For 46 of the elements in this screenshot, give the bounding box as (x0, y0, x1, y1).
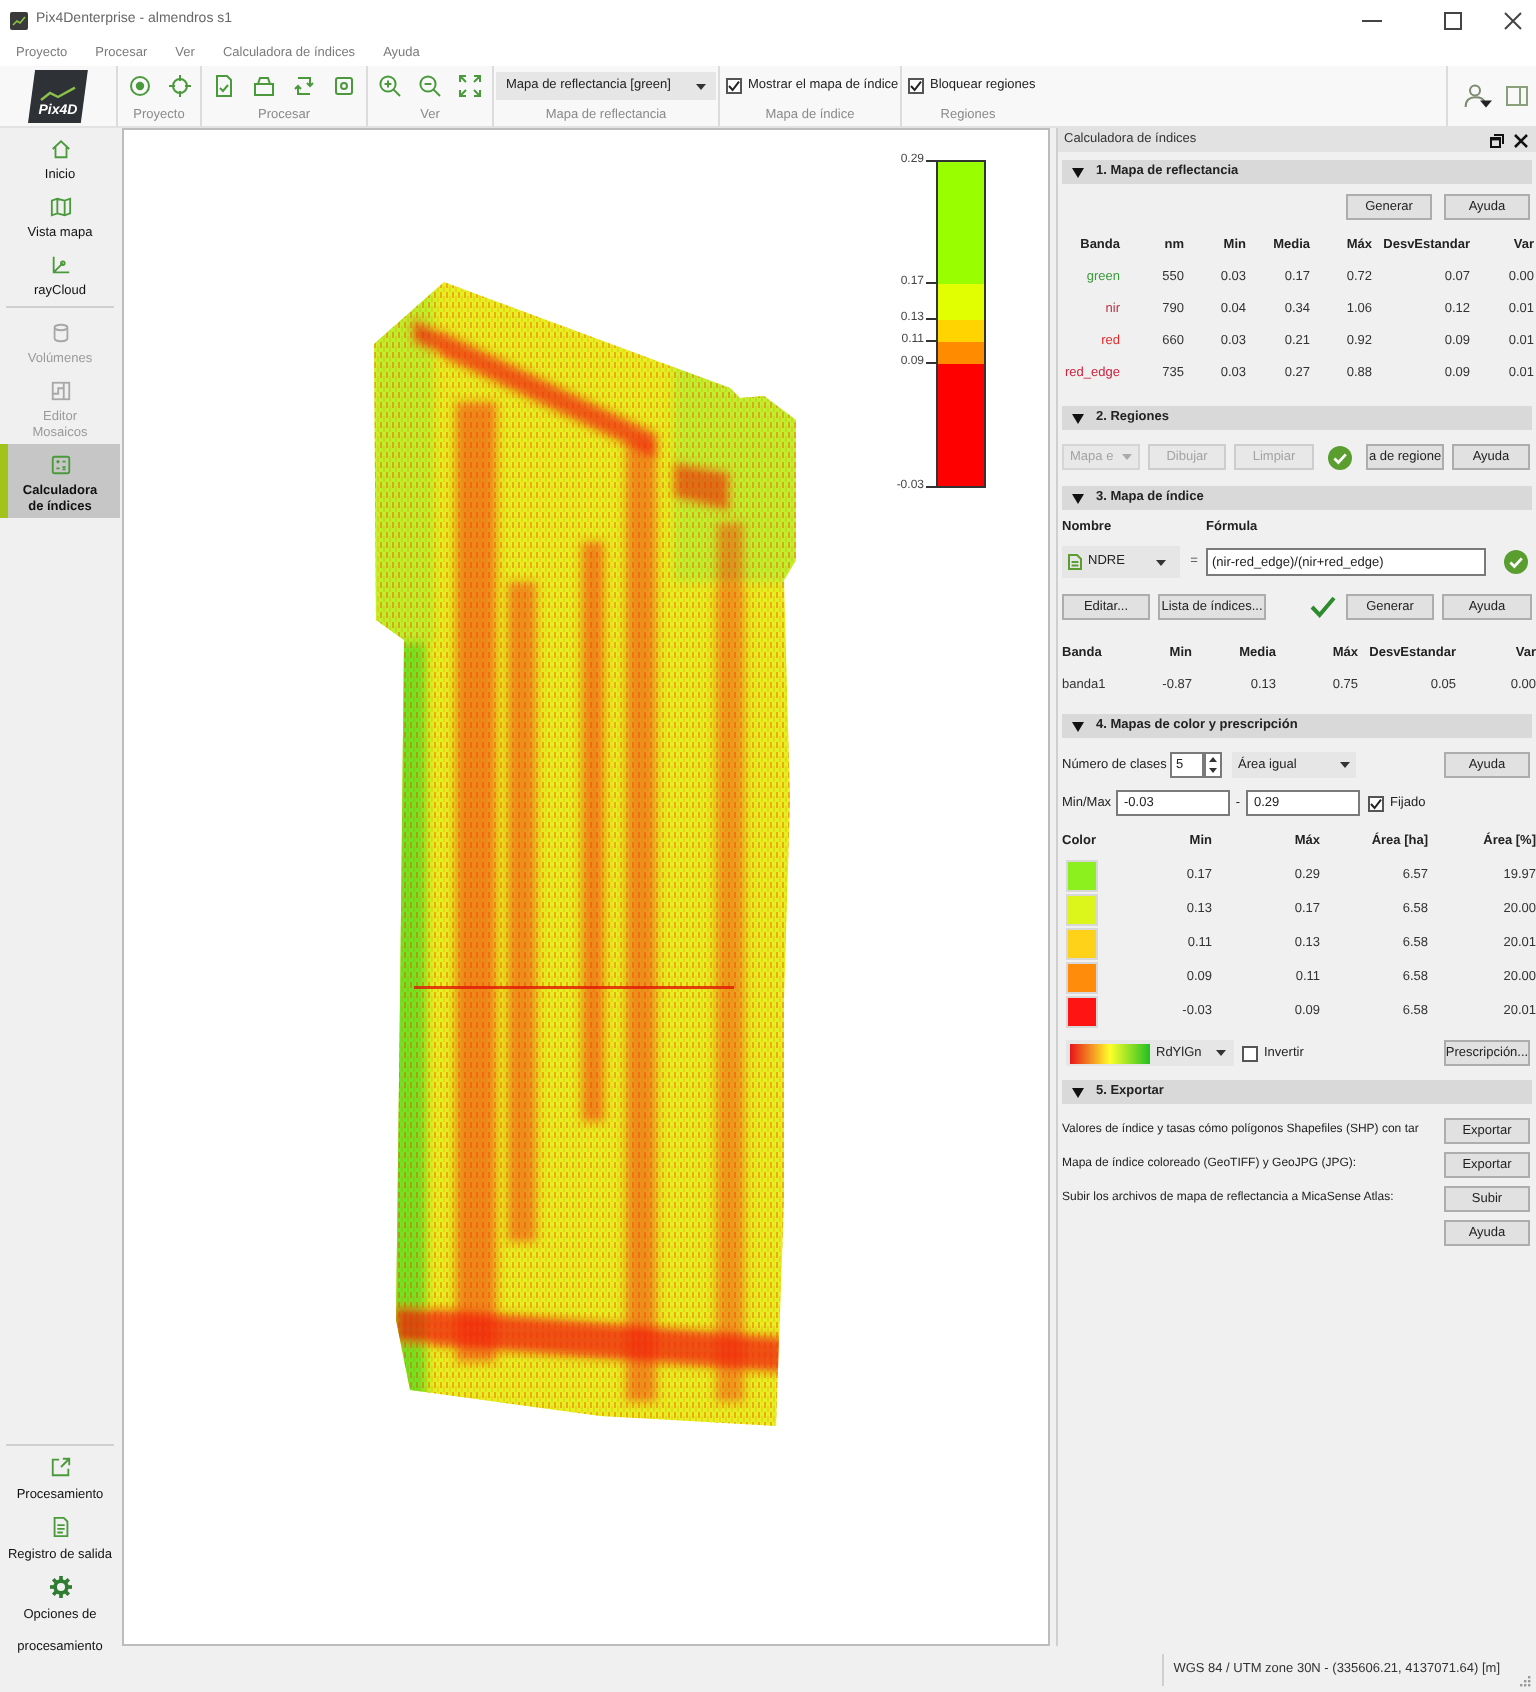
checkbox[interactable] (1368, 795, 1384, 811)
export-arrow-icon (49, 1456, 71, 1478)
check-mark-icon (1310, 596, 1336, 618)
float-window-icon[interactable] (1490, 133, 1504, 147)
minimize-icon[interactable] (1362, 19, 1382, 21)
checkbox[interactable] (726, 78, 742, 94)
collapse-triangle-icon[interactable] (1072, 167, 1084, 177)
panel-layout-icon[interactable] (1506, 86, 1528, 106)
tray-icon[interactable] (252, 74, 276, 98)
close-icon[interactable] (1514, 133, 1528, 147)
close-icon[interactable] (1504, 11, 1522, 29)
document-check-icon[interactable] (212, 74, 236, 98)
spin-arrows-icon[interactable] (1204, 752, 1222, 778)
target-icon[interactable] (127, 74, 151, 98)
caret-icon (696, 83, 706, 89)
maximize-icon[interactable] (1444, 11, 1462, 29)
collapse-triangle-icon[interactable] (1072, 721, 1084, 731)
resize-grip-icon[interactable] (1520, 1676, 1532, 1688)
app-icon (10, 11, 28, 29)
settings-icon (49, 1576, 71, 1598)
caret-icon (1216, 1050, 1226, 1056)
collapse-triangle-icon[interactable] (1072, 413, 1084, 423)
gradient-swatch-icon (1070, 1043, 1150, 1063)
caret-icon (1340, 762, 1350, 768)
mosaic-icon (49, 380, 71, 402)
zoom-in-icon[interactable] (378, 74, 402, 98)
zoom-out-icon[interactable] (418, 74, 442, 98)
check-badge-icon (1328, 445, 1352, 469)
home-icon (49, 138, 71, 160)
cylinder-icon (49, 322, 71, 344)
checkbox[interactable] (1242, 1045, 1258, 1061)
chart-line-icon (40, 85, 76, 101)
caret-icon (1122, 454, 1132, 460)
collapse-triangle-icon[interactable] (1072, 1087, 1084, 1097)
map-icon (49, 196, 71, 218)
sync-square-icon[interactable] (332, 74, 356, 98)
person-menu-icon[interactable] (1464, 84, 1492, 108)
crosshair-icon[interactable] (167, 74, 191, 98)
axes-icon (49, 254, 71, 276)
checkbox[interactable] (908, 78, 924, 94)
collapse-triangle-icon[interactable] (1072, 493, 1084, 503)
document-icon (1068, 554, 1082, 570)
document-icon (49, 1516, 71, 1538)
caret-icon (1156, 559, 1166, 565)
fullscreen-icon[interactable] (458, 74, 482, 98)
calculator-icon (49, 454, 71, 476)
